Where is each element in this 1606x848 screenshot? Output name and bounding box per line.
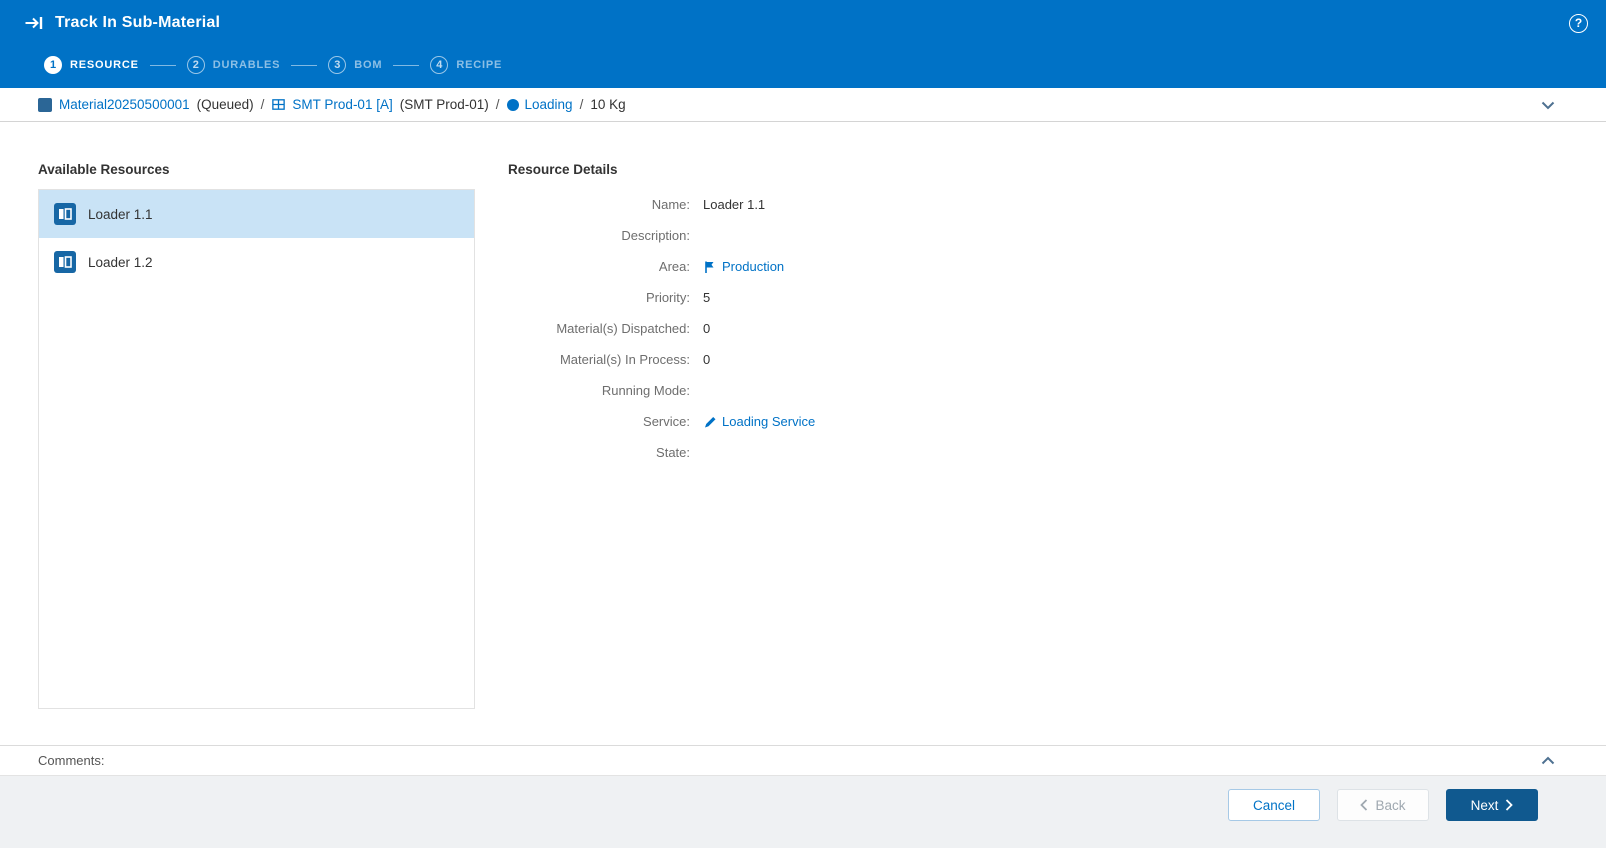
next-button-label: Next: [1471, 798, 1499, 813]
chevron-left-icon: [1360, 799, 1368, 811]
resource-details-fields: Name: Loader 1.1 Description: Area:: [508, 189, 1606, 468]
breadcrumb-separator: /: [580, 97, 584, 112]
chevron-up-icon: [1540, 753, 1556, 769]
field-value: 5: [703, 290, 710, 305]
step-resource[interactable]: 1 RESOURCE: [44, 56, 139, 74]
list-item-label: Loader 1.2: [88, 255, 153, 270]
step-bom-label: BOM: [354, 59, 382, 71]
field-label: Service:: [508, 414, 690, 429]
list-item-loader-1-2[interactable]: Loader 1.2: [39, 238, 474, 286]
step-bom-number: 3: [328, 56, 346, 74]
field-row-description: Description:: [508, 220, 1606, 251]
step-connector: [150, 65, 176, 66]
field-row-state: State:: [508, 437, 1606, 468]
step-bom[interactable]: 3 BOM: [328, 56, 382, 74]
loader-icon: [54, 251, 76, 273]
comments-collapse-button[interactable]: [1540, 753, 1556, 769]
context-collapse-button[interactable]: [1540, 97, 1556, 113]
page-title: Track In Sub-Material: [55, 14, 220, 32]
loader-icon: [54, 203, 76, 225]
track-in-wizard-window: Track In Sub-Material ? 1 RESOURCE 2 DUR…: [0, 0, 1606, 848]
resource-details-panel: Resource Details Name: Loader 1.1 Descri…: [508, 162, 1606, 745]
field-row-materials-dispatched: Material(s) Dispatched: 0: [508, 313, 1606, 344]
quantity-text: 10 Kg: [590, 97, 625, 112]
resource-list[interactable]: Loader 1.1 Loader 1.2: [38, 189, 475, 709]
field-label: State:: [508, 445, 690, 460]
available-resources-title: Available Resources: [38, 162, 475, 177]
available-resources-panel: Available Resources Loader 1.1: [38, 162, 475, 745]
comments-label: Comments:: [38, 753, 104, 768]
field-row-area: Area: Production: [508, 251, 1606, 282]
breadcrumb-separator: /: [496, 97, 500, 112]
help-icon: ?: [1575, 16, 1582, 30]
field-label: Area:: [508, 259, 690, 274]
field-label: Running Mode:: [508, 383, 690, 398]
material-link[interactable]: Material20250500001: [59, 97, 190, 112]
service-link[interactable]: Loading Service: [722, 414, 815, 429]
chevron-right-icon: [1505, 799, 1513, 811]
step-connector: [291, 65, 317, 66]
field-row-service: Service: Loading Service: [508, 406, 1606, 437]
field-value: 0: [703, 321, 710, 336]
step-resource-label: RESOURCE: [70, 59, 139, 71]
field-label: Priority:: [508, 290, 690, 305]
step-durables-number: 2: [187, 56, 205, 74]
step-durables[interactable]: 2 DURABLES: [187, 56, 281, 74]
resource-icon: [271, 97, 286, 112]
material-icon: [38, 98, 52, 112]
field-value: Loader 1.1: [703, 197, 765, 212]
area-link[interactable]: Production: [722, 259, 784, 274]
step-durables-label: DURABLES: [213, 59, 281, 71]
back-button[interactable]: Back: [1337, 789, 1429, 821]
resource-details-title: Resource Details: [508, 162, 1606, 177]
footer-bar: Cancel Back Next: [0, 776, 1606, 848]
step-recipe-number: 4: [430, 56, 448, 74]
flow-step-link[interactable]: Loading: [525, 97, 573, 112]
breadcrumb-separator: /: [261, 97, 265, 112]
field-row-priority: Priority: 5: [508, 282, 1606, 313]
step-connector: [393, 65, 419, 66]
track-in-icon: [24, 13, 44, 33]
help-button[interactable]: ?: [1569, 14, 1588, 33]
field-value: 0: [703, 352, 710, 367]
field-row-running-mode: Running Mode:: [508, 375, 1606, 406]
field-label: Description:: [508, 228, 690, 243]
cancel-button-label: Cancel: [1253, 798, 1295, 813]
main-content: Available Resources Loader 1.1: [0, 122, 1606, 745]
step-resource-number: 1: [44, 56, 62, 74]
flow-step-icon: [507, 99, 519, 111]
field-label: Name:: [508, 197, 690, 212]
field-label: Material(s) Dispatched:: [508, 321, 690, 336]
step-recipe-label: RECIPE: [456, 59, 502, 71]
next-button[interactable]: Next: [1446, 789, 1538, 821]
list-item-label: Loader 1.1: [88, 207, 153, 222]
cancel-button[interactable]: Cancel: [1228, 789, 1320, 821]
top-bar: Track In Sub-Material ? 1 RESOURCE 2 DUR…: [0, 0, 1606, 88]
resource-alias: (SMT Prod-01): [400, 97, 489, 112]
comments-bar: Comments:: [0, 745, 1606, 776]
area-icon: [703, 260, 717, 274]
back-button-label: Back: [1375, 798, 1405, 813]
service-icon: [703, 415, 717, 429]
field-label: Material(s) In Process:: [508, 352, 690, 367]
field-row-name: Name: Loader 1.1: [508, 189, 1606, 220]
field-row-materials-in-process: Material(s) In Process: 0: [508, 344, 1606, 375]
list-item-loader-1-1[interactable]: Loader 1.1: [39, 190, 474, 238]
wizard-stepper: 1 RESOURCE 2 DURABLES 3 BOM 4 RECIPE: [0, 46, 1606, 84]
step-recipe[interactable]: 4 RECIPE: [430, 56, 502, 74]
resource-link[interactable]: SMT Prod-01 [A]: [292, 97, 392, 112]
context-bar: Material20250500001 (Queued) / SMT Prod-…: [0, 88, 1606, 122]
material-state: (Queued): [197, 97, 254, 112]
chevron-down-icon: [1540, 97, 1556, 113]
